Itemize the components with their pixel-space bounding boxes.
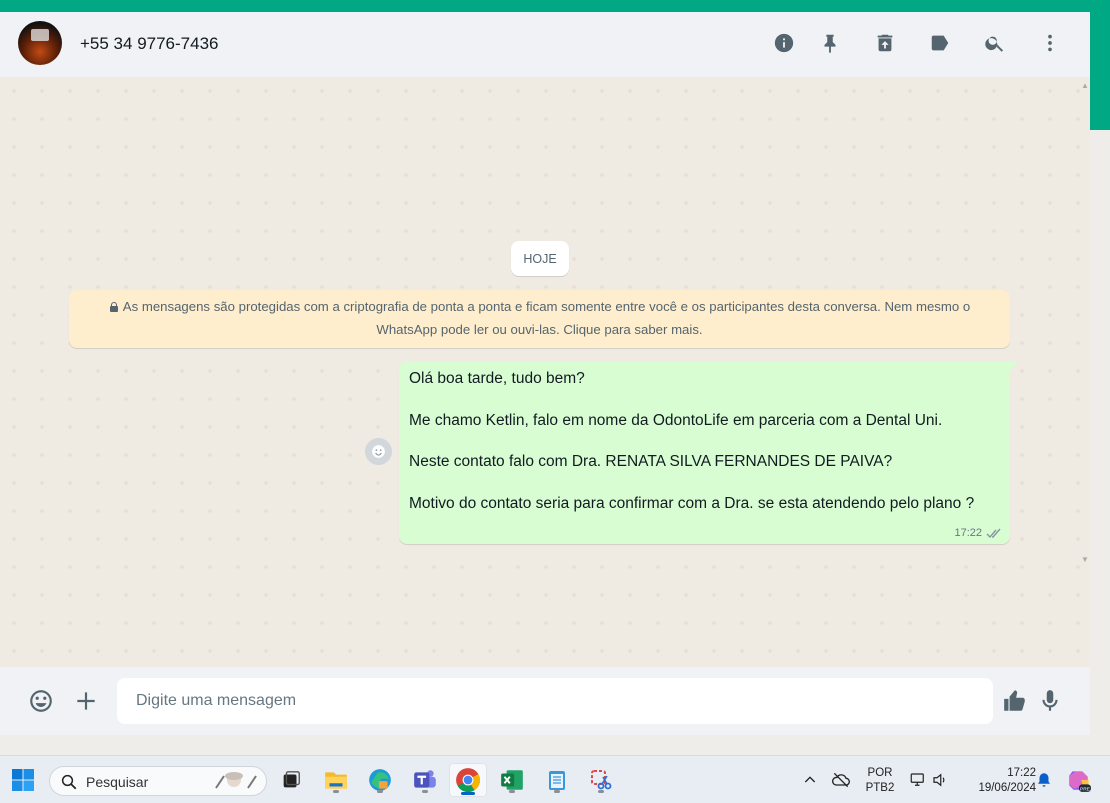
scroll-up-arrow[interactable]: ▲ <box>1081 81 1089 90</box>
scroll-down-arrow[interactable]: ▼ <box>1081 555 1089 564</box>
pin-icon[interactable] <box>818 31 842 55</box>
edge-browser-icon[interactable] <box>365 765 395 795</box>
tray-chevron-up-icon[interactable] <box>795 765 825 795</box>
notepad-icon[interactable] <box>542 765 572 795</box>
taskbar-search[interactable]: Pesquisar <box>49 766 267 796</box>
message-input[interactable] <box>117 678 993 724</box>
chrome-icon[interactable] <box>449 763 487 797</box>
message-meta: 17:22 <box>954 527 1002 539</box>
input-language-top: POR <box>867 767 893 779</box>
day-separator: HOJE <box>511 241 569 276</box>
message-line: Motivo do contato seria para confirmar c… <box>409 494 975 512</box>
clock-date: 19/06/2024 <box>978 782 1036 794</box>
task-view-icon[interactable] <box>276 765 306 795</box>
thumbs-up-icon[interactable] <box>1001 687 1029 715</box>
teams-icon[interactable] <box>410 765 440 795</box>
emoji-reaction-button[interactable] <box>365 438 392 465</box>
smiley-icon <box>372 445 385 458</box>
volume-icon[interactable] <box>925 765 955 795</box>
search-highlight-icon <box>215 772 257 789</box>
lock-icon <box>109 302 118 312</box>
search-icon[interactable] <box>983 31 1007 55</box>
windows-taskbar: Pesquisar POR PTB2 17:22 19/06/2024 PRE <box>0 755 1110 803</box>
clock-time: 17:22 <box>1007 767 1036 779</box>
search-icon <box>61 774 77 790</box>
windows-start-icon[interactable] <box>8 765 38 795</box>
composer-bar <box>0 667 1090 735</box>
attach-plus-icon[interactable] <box>72 687 100 715</box>
system-clock[interactable]: 17:22 19/06/2024 <box>960 766 1036 796</box>
contact-avatar[interactable] <box>18 21 62 65</box>
excel-icon[interactable] <box>497 765 527 795</box>
input-language[interactable]: POR PTB2 <box>862 766 898 796</box>
contact-name[interactable]: +55 34 9776-7436 <box>80 34 219 54</box>
message-time: 17:22 <box>954 527 982 539</box>
message-line: Neste contato falo com Dra. RENATA SILVA… <box>409 453 893 470</box>
message-line: Olá boa tarde, tudo bem? <box>409 370 585 387</box>
svg-text:PRE: PRE <box>1080 786 1091 792</box>
file-explorer-icon[interactable] <box>321 765 351 795</box>
double-check-icon <box>986 528 1001 538</box>
microphone-icon[interactable] <box>1036 687 1064 715</box>
notification-bell-icon[interactable] <box>1029 765 1059 795</box>
window-top-accent <box>0 0 1110 12</box>
outgoing-message[interactable]: Olá boa tarde, tudo bem? Me chamo Ketlin… <box>399 361 1018 544</box>
snipping-tool-icon[interactable] <box>586 765 616 795</box>
window-right-accent <box>1090 12 1110 130</box>
message-line: Me chamo Ketlin, falo em nome da OdontoL… <box>409 411 943 429</box>
input-language-bottom: PTB2 <box>865 782 895 794</box>
info-icon[interactable] <box>772 31 796 55</box>
encryption-notice[interactable]: As mensagens são protegidas com a cripto… <box>69 290 1010 348</box>
encryption-notice-text: As mensagens são protegidas com a cripto… <box>122 299 971 337</box>
onedrive-offline-icon[interactable] <box>826 765 856 795</box>
chat-header[interactable]: +55 34 9776-7436 <box>0 12 1090 77</box>
emoji-icon[interactable] <box>27 687 55 715</box>
trash-icon[interactable] <box>873 31 897 55</box>
more-vert-icon[interactable] <box>1038 31 1062 55</box>
taskbar-search-label: Pesquisar <box>86 774 149 790</box>
window-right-gutter <box>1090 130 1110 735</box>
label-icon[interactable] <box>928 31 952 55</box>
copilot-icon[interactable]: PRE <box>1064 765 1094 795</box>
